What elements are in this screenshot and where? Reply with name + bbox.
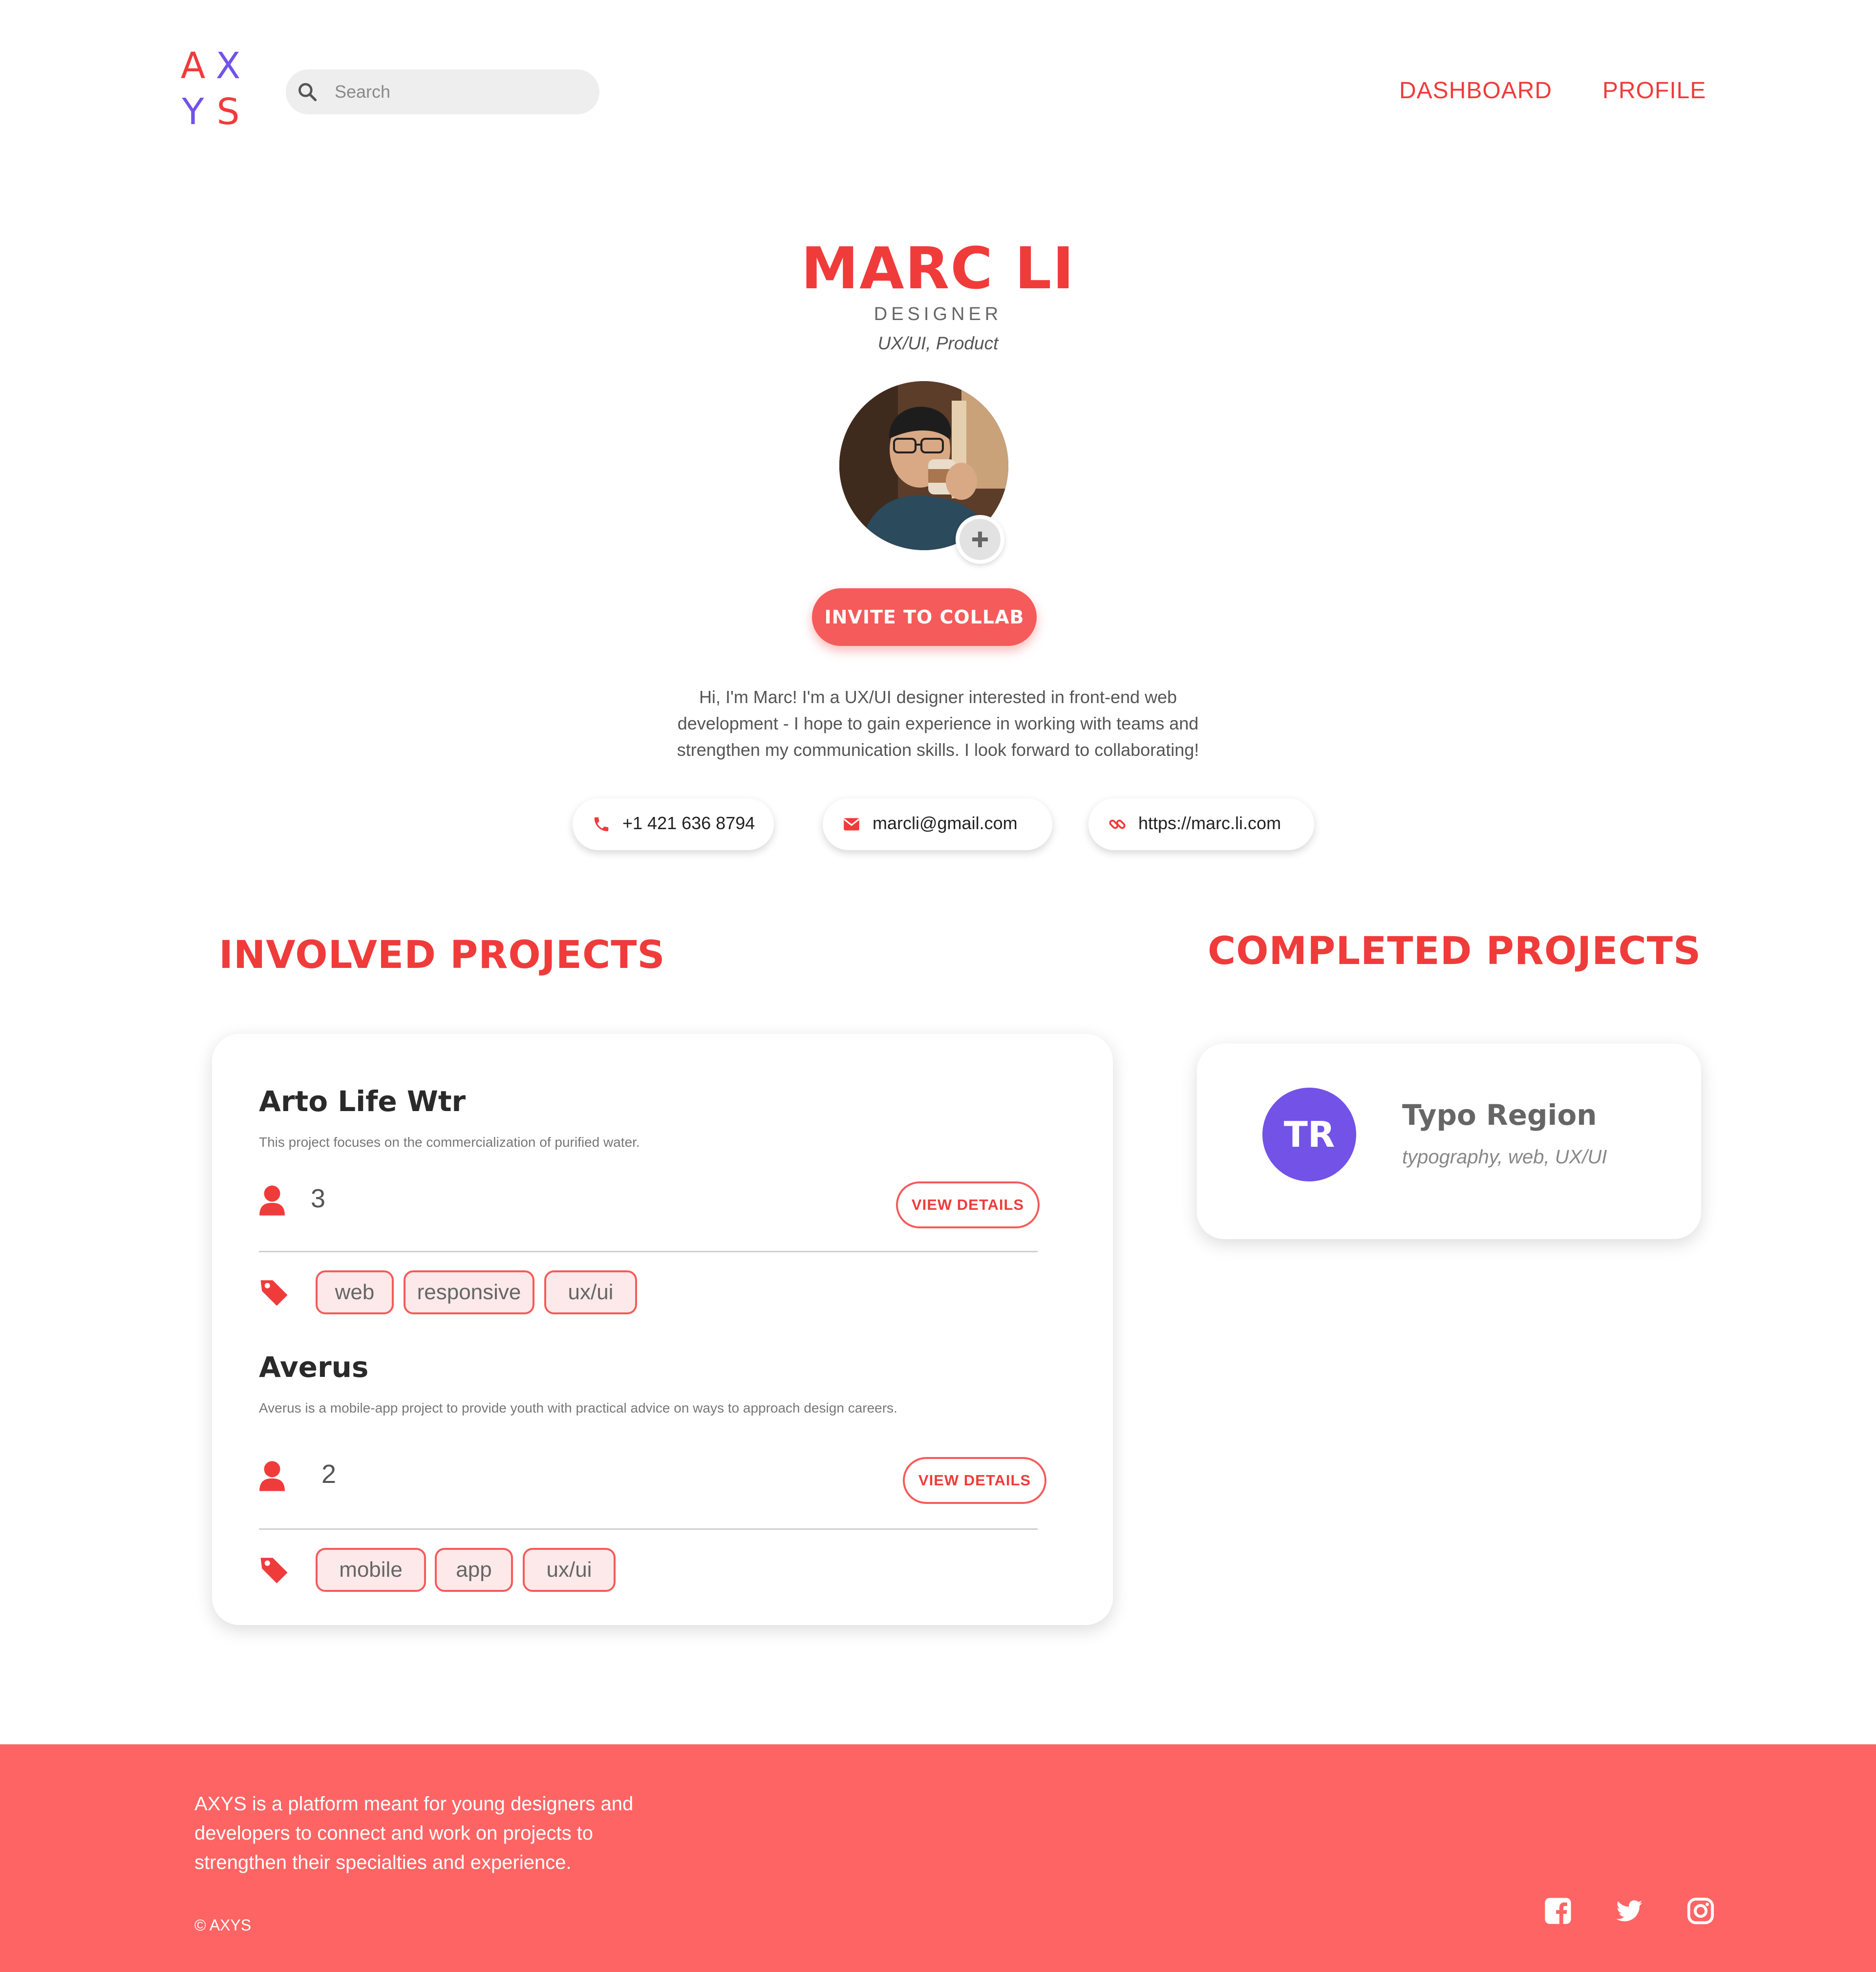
search-bar[interactable] [286,69,599,114]
involved-projects-title: INVOLVED PROJECTS [219,933,665,977]
completed-project-title[interactable]: Typo Region [1402,1098,1597,1132]
logo-letter-x: X [215,45,241,87]
divider [259,1251,1038,1252]
envelope-icon [843,818,860,831]
footer-about-text: AXYS is a platform meant for young desig… [194,1793,634,1873]
logo-letter-s: S [216,91,240,133]
person-icon [259,1461,285,1491]
search-input[interactable] [335,69,589,114]
project-title[interactable]: Averus [259,1350,368,1384]
tag-chip[interactable]: ux/ui [544,1270,637,1314]
tag-chip[interactable]: app [435,1548,513,1592]
footer: AXYS is a platform meant for young desig… [0,1744,1876,1972]
involved-projects-card: Arto Life Wtr This project focuses on th… [212,1034,1113,1625]
divider [259,1528,1038,1530]
profile-page: A X Y S DASHBOARD PROFILE MARC LI DESIGN… [0,0,1876,1972]
tag-icon [260,1280,288,1306]
facebook-icon[interactable] [1544,1897,1572,1925]
plus-icon [972,532,988,547]
profile-bio: Hi, I'm Marc! I'm a UX/UI designer inter… [677,687,1199,760]
view-details-button[interactable]: VIEW DETAILS [903,1457,1046,1504]
twitter-icon[interactable] [1615,1897,1643,1925]
nav-dashboard[interactable]: DASHBOARD [1399,77,1552,104]
email-chip[interactable]: marcli@gmail.com [823,798,1052,850]
tag-icon [260,1558,288,1584]
view-details-button[interactable]: VIEW DETAILS [896,1181,1040,1228]
person-icon [259,1185,285,1216]
invite-to-collab-button[interactable]: INVITE TO COLLAB [812,588,1037,646]
profile-role: DESIGNER [874,304,1002,324]
project-description: Averus is a mobile-app project to provid… [259,1400,897,1415]
website-url: https://marc.li.com [1138,813,1281,833]
profile-specialties: UX/UI, Product [877,333,999,353]
footer-copyright: © AXYS [194,1916,252,1934]
project-initials-avatar: TR [1262,1088,1356,1181]
phone-icon [594,817,609,832]
tag-chip[interactable]: web [316,1270,394,1314]
project-title[interactable]: Arto Life Wtr [259,1085,466,1118]
completed-project-tags: typography, web, UX/UI [1402,1146,1607,1168]
tag-chip[interactable]: ux/ui [523,1548,616,1592]
member-count: 3 [311,1184,326,1213]
email-address: marcli@gmail.com [873,813,1018,833]
tag-chip[interactable]: responsive [404,1270,534,1314]
phone-chip[interactable]: +1 421 636 8794 [573,798,774,850]
project-description: This project focuses on the commercializ… [259,1135,640,1150]
logo-letter-a: A [180,45,206,87]
completed-projects-title: COMPLETED PROJECTS [1208,929,1702,973]
tag-chip[interactable]: mobile [316,1548,426,1592]
nav-profile[interactable]: PROFILE [1602,77,1706,104]
add-photo-button[interactable] [956,515,1004,564]
axys-logo[interactable]: A X Y S [176,43,244,133]
completed-project-card[interactable]: TR Typo Region typography, web, UX/UI [1197,1044,1701,1239]
profile-name: MARC LI [801,235,1075,302]
phone-number: +1 421 636 8794 [622,813,755,833]
website-chip[interactable]: https://marc.li.com [1088,798,1314,850]
search-icon [298,83,317,102]
link-icon [1109,819,1126,829]
instagram-icon[interactable] [1686,1897,1715,1925]
logo-letter-y: Y [182,91,204,133]
member-count: 2 [321,1459,337,1489]
